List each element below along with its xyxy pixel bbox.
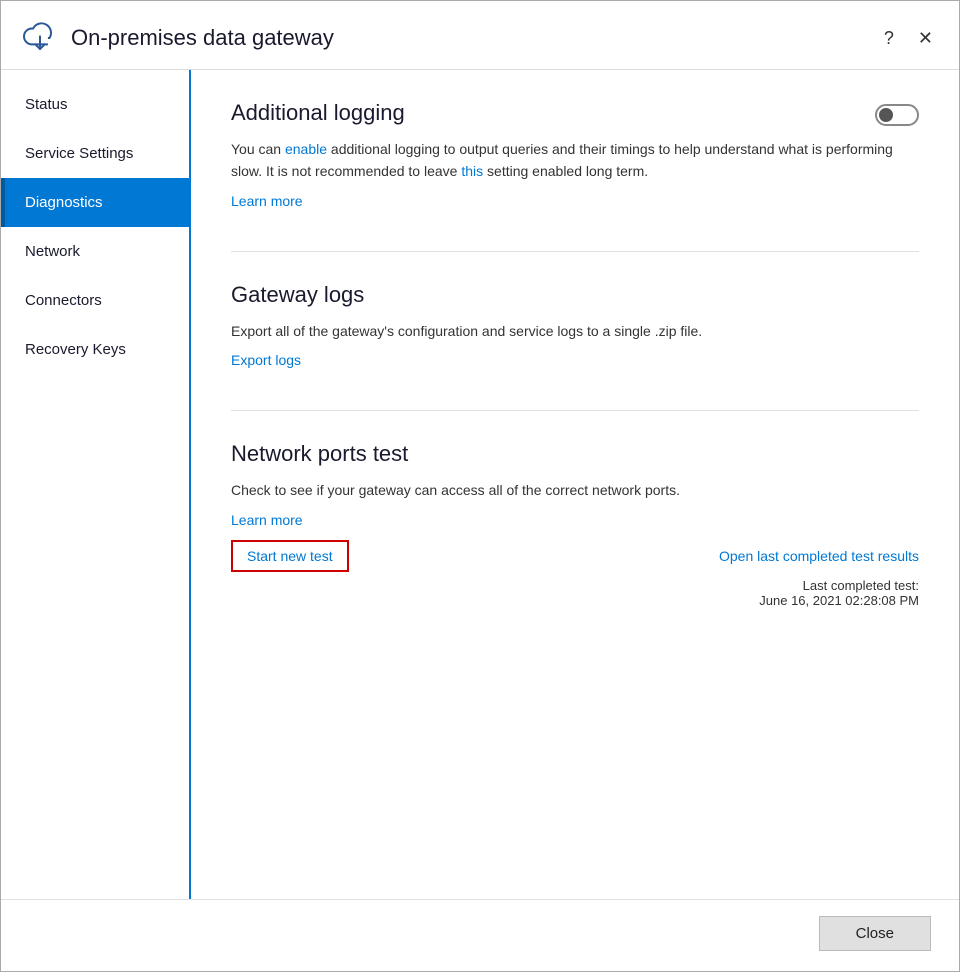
- footer: Close: [1, 899, 959, 971]
- app-title: On-premises data gateway: [71, 25, 878, 51]
- gateway-logs-section: Gateway logs Export all of the gateway's…: [231, 282, 919, 370]
- sidebar-item-network[interactable]: Network: [1, 227, 189, 276]
- network-ports-learn-more[interactable]: Learn more: [231, 512, 303, 528]
- close-window-button[interactable]: ✕: [912, 27, 939, 49]
- last-test-info: Last completed test: June 16, 2021 02:28…: [231, 578, 919, 608]
- gateway-logs-title: Gateway logs: [231, 282, 919, 308]
- additional-logging-learn-more[interactable]: Learn more: [231, 193, 303, 209]
- close-button[interactable]: Close: [819, 916, 931, 951]
- additional-logging-toggle[interactable]: [875, 104, 919, 126]
- network-ports-test-title: Network ports test: [231, 441, 919, 467]
- last-completed-date: June 16, 2021 02:28:08 PM: [231, 593, 919, 608]
- network-test-actions: Start new test Open last completed test …: [231, 540, 919, 572]
- network-ports-test-desc: Check to see if your gateway can access …: [231, 479, 919, 501]
- divider-1: [231, 251, 919, 252]
- gateway-icon: [21, 19, 59, 57]
- network-ports-test-section: Network ports test Check to see if your …: [231, 441, 919, 607]
- app-window: On-premises data gateway ? ✕ Status Serv…: [0, 0, 960, 972]
- title-bar: On-premises data gateway ? ✕: [1, 1, 959, 70]
- additional-logging-title: Additional logging: [231, 100, 855, 126]
- sidebar-item-diagnostics[interactable]: Diagnostics: [1, 178, 189, 227]
- open-last-results-link[interactable]: Open last completed test results: [719, 548, 919, 564]
- sidebar-item-connectors[interactable]: Connectors: [1, 276, 189, 325]
- additional-logging-section: Additional logging You can enable additi…: [231, 100, 919, 211]
- sidebar: Status Service Settings Diagnostics Netw…: [1, 70, 191, 899]
- start-new-test-link[interactable]: Start new test: [231, 540, 349, 572]
- divider-2: [231, 410, 919, 411]
- content-area: Additional logging You can enable additi…: [191, 70, 959, 899]
- additional-logging-header-text: Additional logging: [231, 100, 855, 138]
- gateway-logs-desc: Export all of the gateway's configuratio…: [231, 320, 919, 342]
- additional-logging-desc: You can enable additional logging to out…: [231, 138, 919, 183]
- last-completed-label: Last completed test:: [231, 578, 919, 593]
- main-content: Status Service Settings Diagnostics Netw…: [1, 70, 959, 899]
- sidebar-item-service-settings[interactable]: Service Settings: [1, 129, 189, 178]
- sidebar-item-status[interactable]: Status: [1, 80, 189, 129]
- window-controls: ? ✕: [878, 27, 939, 49]
- help-button[interactable]: ?: [878, 27, 900, 49]
- sidebar-item-recovery-keys[interactable]: Recovery Keys: [1, 325, 189, 374]
- additional-logging-header: Additional logging: [231, 100, 919, 138]
- export-logs-link[interactable]: Export logs: [231, 352, 301, 368]
